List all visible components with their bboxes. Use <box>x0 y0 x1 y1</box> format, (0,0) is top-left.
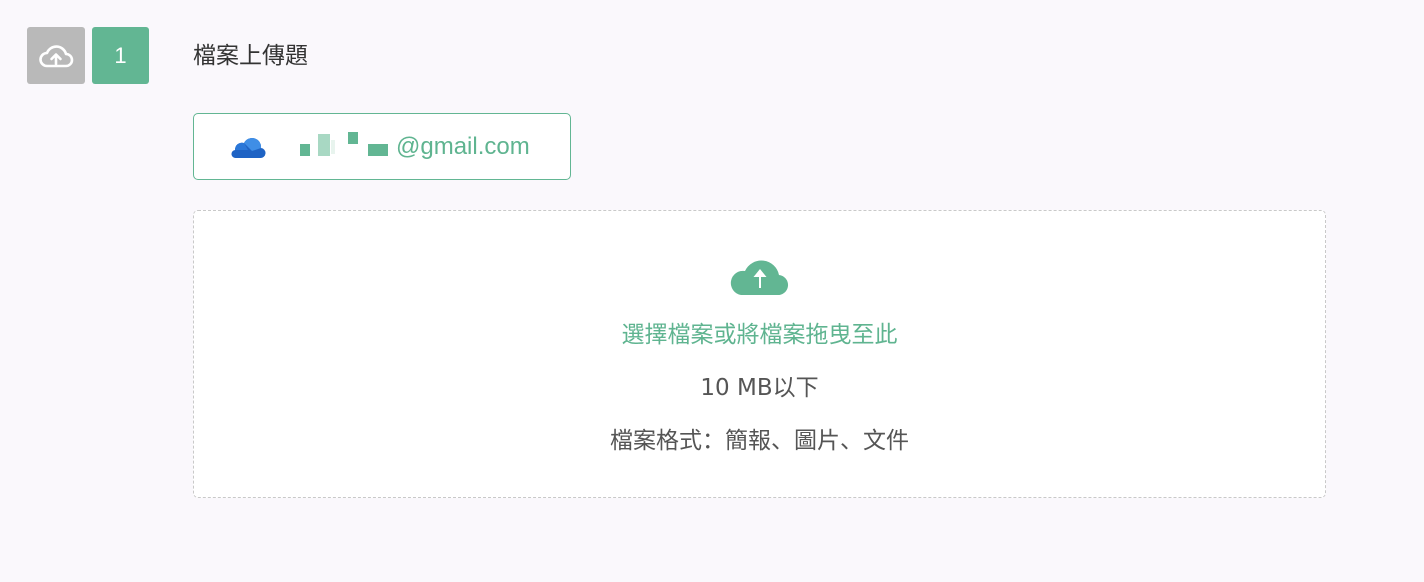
cloud-upload-icon <box>730 260 789 296</box>
file-size-limit: 10 MB以下 <box>700 375 819 401</box>
file-formats: 檔案格式：簡報、圖片、文件 <box>610 428 909 454</box>
question-title: 檔案上傳題 <box>193 43 308 69</box>
question-type-icon <box>27 27 85 84</box>
dropzone-prompt[interactable]: 選擇檔案或將檔案拖曳至此 <box>194 319 1325 351</box>
onedrive-account-button[interactable]: @gmail.com <box>193 113 571 180</box>
question-number: 1 <box>114 42 127 68</box>
masked-email-prefix <box>300 132 388 156</box>
onedrive-cloud-icon <box>231 138 266 159</box>
file-dropzone[interactable]: 選擇檔案或將檔案拖曳至此 10 MB以下 檔案格式：簡報、圖片、文件 <box>193 210 1326 498</box>
question-number-badge: 1 <box>92 27 149 84</box>
account-email: @gmail.com <box>396 133 530 160</box>
cloud-upload-icon <box>39 44 74 67</box>
